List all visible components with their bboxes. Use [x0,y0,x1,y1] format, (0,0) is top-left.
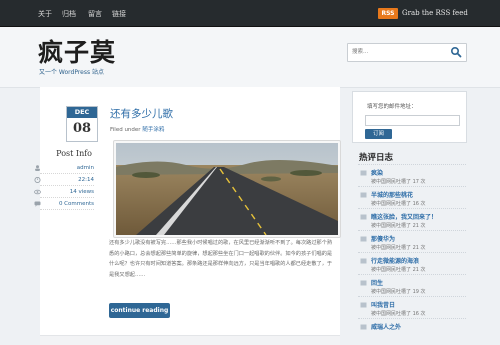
list-item[interactable]: 行走微能源的海浪 被中国网民吐槽了 21 次 [358,252,466,275]
subscribe-label: 填写您的邮件地址： [367,104,417,110]
list-item[interactable]: 瞧这张脸，我又回来了！ 被中国网民吐槽了 21 次 [358,208,466,231]
filed-under-label: Filed under [110,127,141,133]
hot-post-title[interactable]: 瞧这张脸，我又回来了！ [371,212,437,221]
post-category-link[interactable]: 随手涂鸦 [142,127,164,133]
hot-post-meta: 被中国网民吐槽了 17 次 [371,179,426,185]
post-date-day: 08 [72,121,92,136]
site-title[interactable]: 疯子莫 [38,33,116,69]
nav-item-guestbook[interactable]: 留言 [88,9,102,19]
post-author[interactable]: admin [77,165,94,171]
hot-post-meta: 被中国网民吐槽了 16 次 [371,311,426,317]
list-item[interactable]: 回生 被中国网民吐槽了 19 次 [358,274,466,297]
post-time-row: 22:14 [34,175,94,186]
search-input[interactable] [352,47,437,57]
post-icon [360,280,367,286]
post-featured-image [113,140,341,238]
post-icon [360,192,367,198]
post-card: DEC 08 Post Info admin 22:14 14 views 0 … [34,87,341,345]
list-item[interactable]: 半城的那些桃花 被中国网民吐槽了 16 次 [358,186,466,209]
rss-icon[interactable]: RSS [378,8,398,19]
user-icon [35,165,40,171]
hot-post-meta: 被中国网民吐槽了 16 次 [371,201,426,207]
list-item[interactable]: 叫我昔日 被中国网民吐槽了 16 次 [358,296,466,319]
post-icon [360,324,367,330]
post-views: 14 views [69,189,94,195]
hot-post-meta: 被中国网民吐槽了 21 次 [371,245,426,251]
post-views-row: 14 views [34,187,94,198]
post-date-badge: DEC 08 [66,106,98,142]
post-comments-row: 0 Comments [34,199,94,210]
filed-under: Filed under 随手涂鸦 [110,125,164,133]
post-title[interactable]: 还有多少儿歌 [110,106,173,121]
hot-post-title[interactable]: 叫我昔日 [371,300,395,309]
eye-icon [34,189,41,195]
hot-post-meta: 被中国网民吐槽了 19 次 [371,289,426,295]
hot-posts-heading: 热评日志 [359,153,394,163]
post-icon [360,170,367,176]
hot-post-title[interactable]: 威瑞人之外 [371,322,401,331]
post-author-row: admin [35,163,94,174]
search-box [347,43,467,62]
nav-item-links[interactable]: 链接 [112,9,126,19]
subscribe-widget: 填写您的邮件地址： 订阅 [352,91,467,143]
hot-post-title[interactable]: 半城的那些桃花 [371,190,413,199]
post-icon [360,214,367,220]
comment-icon [34,201,41,207]
post-time: 22:14 [78,177,94,183]
post-excerpt: 还有多少儿歌没有被写完……那些我小时候唱过的歌，在风里已经渐渐听不到了。每次路过… [109,240,333,278]
hot-post-title[interactable]: 行走微能源的海浪 [371,256,419,265]
post-date-month: DEC [67,107,97,118]
clock-icon [34,177,41,183]
list-item[interactable]: 疯染 被中国网民吐槽了 17 次 [358,164,466,187]
continue-reading-button[interactable]: continue reading » [109,303,170,329]
post-info-heading: Post Info [56,149,92,158]
search-icon[interactable] [450,46,462,58]
post-icon [360,258,367,264]
rss-feed-link[interactable]: Grab the RSS feed [402,9,468,17]
road-landscape-image [116,143,338,235]
post-icon [360,236,367,242]
email-field[interactable] [365,115,460,126]
list-item[interactable]: 威瑞人之外 [358,318,466,337]
hot-post-title[interactable]: 那傻华为 [371,234,395,243]
top-nav-bar: 关于 归档 留言 链接 RSS Grab the RSS feed [0,0,500,27]
hot-post-title[interactable]: 疯染 [371,168,383,177]
site-header: 疯子莫 又一个 WordPress 站点 [0,27,500,88]
post-comments-link[interactable]: 0 Comments [59,201,94,207]
hot-post-meta: 被中国网民吐槽了 21 次 [371,267,426,273]
hot-post-title[interactable]: 回生 [371,278,383,287]
hot-post-meta: 被中国网民吐槽了 21 次 [371,223,426,229]
list-item[interactable]: 那傻华为 被中国网民吐槽了 21 次 [358,230,466,253]
nav-item-about[interactable]: 关于 [38,9,52,19]
site-tagline: 又一个 WordPress 站点 [39,69,105,76]
subscribe-button[interactable]: 订阅 [365,129,392,139]
nav-item-archive[interactable]: 归档 [62,9,76,19]
post-icon [360,302,367,308]
